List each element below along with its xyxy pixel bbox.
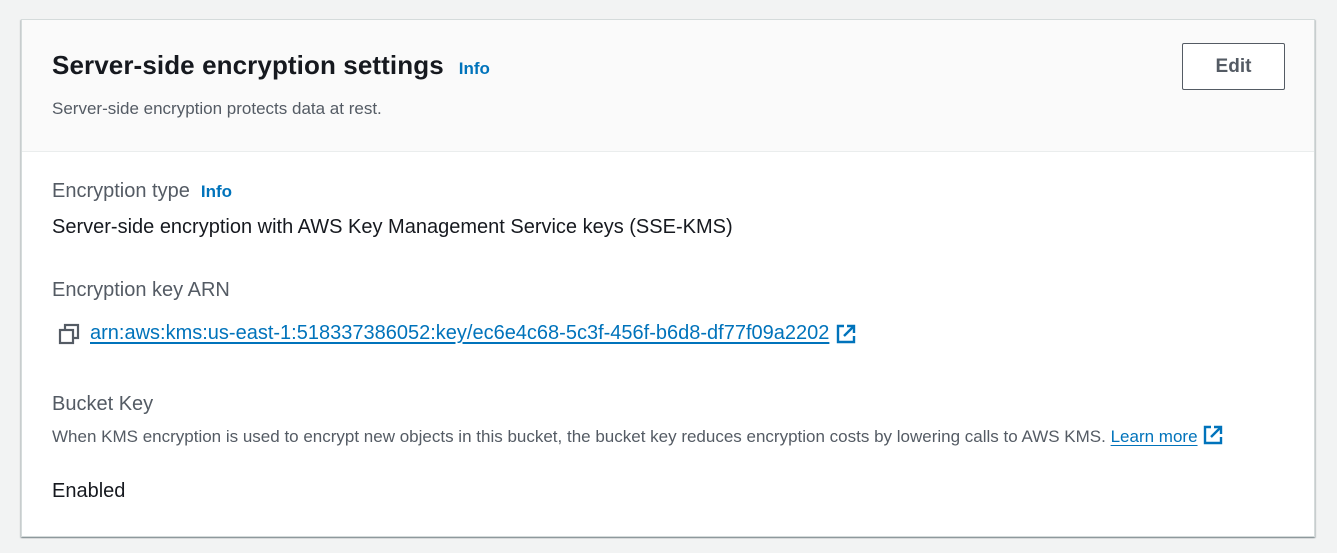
title-row: Server-side encryption settings Info [52, 50, 490, 81]
bucket-key-description: When KMS encryption is used to encrypt n… [52, 424, 1252, 449]
panel-header: Server-side encryption settings Info Ser… [22, 20, 1314, 152]
learn-more-link[interactable]: Learn more [1111, 427, 1198, 446]
encryption-settings-panel: Server-side encryption settings Info Ser… [21, 19, 1315, 537]
edit-button[interactable]: Edit [1182, 43, 1285, 90]
encryption-type-label: Encryption type Info [52, 180, 232, 203]
encryption-key-label: Encryption key ARN [52, 279, 230, 301]
title-info-link[interactable]: Info [459, 59, 490, 79]
encryption-type-label-text: Encryption type [52, 180, 190, 202]
bucket-key-label: Bucket Key [52, 393, 154, 415]
bucket-key-value: Enabled [52, 480, 126, 502]
external-link-icon[interactable] [835, 323, 857, 345]
encryption-type-info-link[interactable]: Info [201, 182, 232, 201]
learn-more-external-icon[interactable] [1202, 424, 1224, 446]
arn-row: arn:aws:kms:us-east-1:518337386052:key/e… [58, 322, 857, 345]
encryption-type-value: Server-side encryption with AWS Key Mana… [52, 216, 733, 238]
panel-description: Server-side encryption protects data at … [52, 99, 382, 118]
panel-title: Server-side encryption settings [52, 50, 444, 80]
encryption-key-arn-link[interactable]: arn:aws:kms:us-east-1:518337386052:key/e… [90, 322, 829, 345]
bucket-key-description-text: When KMS encryption is used to encrypt n… [52, 427, 1111, 446]
copy-icon[interactable] [58, 323, 80, 345]
